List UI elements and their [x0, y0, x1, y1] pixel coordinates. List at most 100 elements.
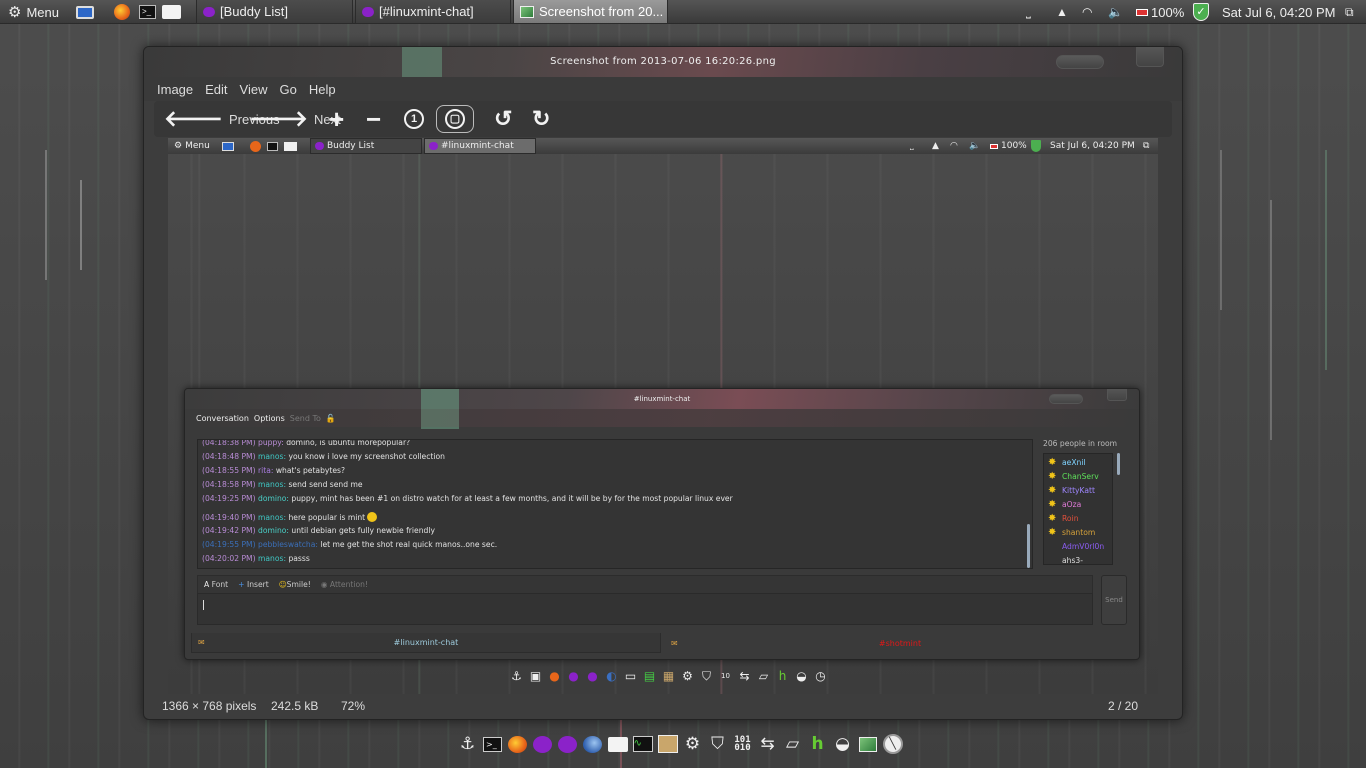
- hexchat-icon: h: [778, 669, 787, 683]
- firefox-icon[interactable]: [114, 0, 130, 24]
- chat-icon: ✉: [671, 638, 678, 648]
- attention-icon: ◉: [320, 580, 328, 589]
- zoom-level: 72%: [341, 699, 366, 713]
- menu-view[interactable]: View: [240, 82, 268, 97]
- screenshot-panel: ⚙ Menu Buddy List #linuxmint-chat ⎵ ▲ ◠ …: [168, 138, 1158, 154]
- pidgin-icon: [203, 6, 215, 17]
- wallpaper-streak: [1270, 200, 1272, 440]
- menu-go[interactable]: Go: [280, 82, 297, 97]
- chat-tab-shotmint: ✉ #shotmint: [671, 638, 922, 648]
- chat-titlebar: #linuxmint-chat: [185, 389, 1139, 429]
- wifi-icon[interactable]: ◠: [1082, 0, 1092, 24]
- dock: ⚓ >_ ∿ ⚙ ⛉ 101 010 ⇆ ▱ h ◒ ╲: [456, 730, 904, 758]
- image-canvas[interactable]: ⚙ Menu Buddy List #linuxmint-chat ⎵ ▲ ◠ …: [168, 138, 1158, 694]
- font-icon: A: [204, 580, 210, 589]
- terminal-icon: [267, 138, 278, 154]
- task-screenshot-viewer[interactable]: Screenshot from 20...: [513, 0, 668, 24]
- zoom-normal-button[interactable]: 1: [404, 105, 424, 133]
- arrow-left-icon: 🡐: [164, 106, 223, 131]
- chat-message: (04:19:42 PM) domino: until debian gets …: [202, 526, 435, 535]
- op-star-icon: ✸: [1048, 512, 1057, 524]
- shield-icon[interactable]: ✓: [1193, 0, 1209, 24]
- lock-icon: 🔓: [325, 413, 336, 423]
- wifi-icon: ◠: [950, 141, 958, 151]
- shield-icon: ⛉: [701, 668, 711, 683]
- volume-icon[interactable]: 🔈: [1108, 0, 1123, 24]
- op-star-icon: ✸: [1048, 526, 1057, 538]
- thunderbird-icon[interactable]: [581, 732, 604, 756]
- clock-icon[interactable]: ╲: [881, 732, 904, 756]
- task-linuxmint-chat[interactable]: [#linuxmint-chat]: [355, 0, 511, 24]
- chat-log: (04:18:38 PM) puppy: domino, is ubuntu m…: [197, 439, 1033, 569]
- image-viewer-icon[interactable]: [856, 732, 879, 756]
- settings-icon[interactable]: ⚙: [681, 732, 704, 756]
- folder-icon: [284, 138, 297, 154]
- eject-icon[interactable]: ▲: [1056, 0, 1068, 24]
- terminal-icon[interactable]: >_: [139, 0, 156, 24]
- screenshot-battery: 100%: [990, 138, 1027, 154]
- window-titlebar[interactable]: Screenshot from 2013-07-06 16:20:26.png: [144, 47, 1182, 77]
- menu-button[interactable]: ⚙ Menu: [8, 0, 59, 24]
- hexchat-icon[interactable]: h: [806, 732, 829, 756]
- system-monitor-icon: ▤: [643, 669, 656, 683]
- system-monitor-icon[interactable]: ∿: [631, 732, 654, 756]
- chat-message: (04:19:25 PM) domino: puppy, mint has be…: [202, 494, 733, 503]
- binary-icon[interactable]: 101 010: [731, 732, 754, 756]
- rotate-right-button[interactable]: ↻: [532, 105, 550, 133]
- screenshot-icon[interactable]: ▱: [781, 732, 804, 756]
- menu-edit[interactable]: Edit: [205, 82, 227, 97]
- zoom-fit-button[interactable]: ▢: [436, 105, 474, 133]
- rotate-left-icon: ↺: [494, 106, 513, 131]
- pidgin-icon: [429, 142, 438, 150]
- screenshot-battery-percent: 100%: [1001, 141, 1027, 151]
- chat-menu-options: Options: [253, 413, 285, 423]
- menu-help[interactable]: Help: [309, 82, 336, 97]
- statusbar: 1366 × 768 pixels 242.5 kB 72% 2 / 20: [144, 695, 1182, 719]
- pidgin-icon[interactable]: [531, 732, 554, 756]
- folder-icon[interactable]: [606, 732, 629, 756]
- pidgin-icon: [315, 142, 324, 150]
- image-viewer-icon: [520, 5, 534, 18]
- menu-image[interactable]: Image: [157, 82, 193, 97]
- next-button[interactable]: 🡒 Next: [249, 105, 341, 133]
- chat-message: (04:19:40 PM) manos: here popular is min…: [202, 512, 378, 522]
- battery-indicator[interactable]: 100%: [1136, 0, 1184, 24]
- folder-icon[interactable]: [162, 0, 181, 24]
- rotate-left-button[interactable]: ↺: [494, 105, 512, 133]
- shield-icon[interactable]: ⛉: [706, 732, 729, 756]
- anchor-icon[interactable]: ⚓: [456, 732, 479, 756]
- zoom-in-button[interactable]: +: [329, 105, 344, 133]
- terminal-icon[interactable]: >_: [481, 732, 504, 756]
- plus-icon: +: [238, 580, 245, 589]
- firefox-icon[interactable]: [506, 732, 529, 756]
- package-icon[interactable]: [656, 732, 679, 756]
- chat-menu-conversation: Conversation: [196, 413, 249, 423]
- user-list: ✸ aeXnil ✸ ChanServ ✸ KittyKatt ✸ aOza ✸ Roin…: [1043, 453, 1113, 565]
- settings-icon: ⚙: [682, 669, 693, 683]
- close-button[interactable]: [1136, 47, 1164, 67]
- zoom-out-button[interactable]: −: [366, 105, 381, 133]
- chat-message: (04:20:02 PM) manos: passs: [202, 554, 310, 563]
- op-star-icon: ✸: [1048, 470, 1057, 482]
- pidgin-icon[interactable]: [556, 732, 579, 756]
- window-list-icon[interactable]: ⎵: [1026, 0, 1031, 24]
- minus-icon: −: [366, 104, 382, 134]
- window-controls[interactable]: [1056, 55, 1104, 69]
- task-buddy-list[interactable]: [Buddy List]: [196, 0, 353, 24]
- task-label: [Buddy List]: [220, 4, 288, 19]
- people-count: 206 people in room: [1043, 439, 1118, 448]
- usb-icon[interactable]: ⇆: [756, 732, 779, 756]
- show-desktop-icon[interactable]: [76, 0, 94, 24]
- op-star-icon: ✸: [1048, 498, 1057, 510]
- plus-icon: +: [329, 104, 345, 134]
- clock[interactable]: Sat Jul 6, 04:20 PM: [1222, 0, 1335, 24]
- window-title: Screenshot from 2013-07-06 16:20:26.png: [550, 56, 776, 67]
- driver-icon[interactable]: ◒: [831, 732, 854, 756]
- smiley-icon: [367, 512, 378, 522]
- user-item: ✸ Roin: [1048, 512, 1079, 524]
- clock-icon: ◷: [815, 669, 826, 683]
- smiley-icon: ☺: [278, 580, 287, 589]
- binary-icon: 10: [721, 672, 730, 680]
- workspace-icon[interactable]: ⧉: [1345, 0, 1354, 24]
- show-desktop-icon: [222, 138, 234, 154]
